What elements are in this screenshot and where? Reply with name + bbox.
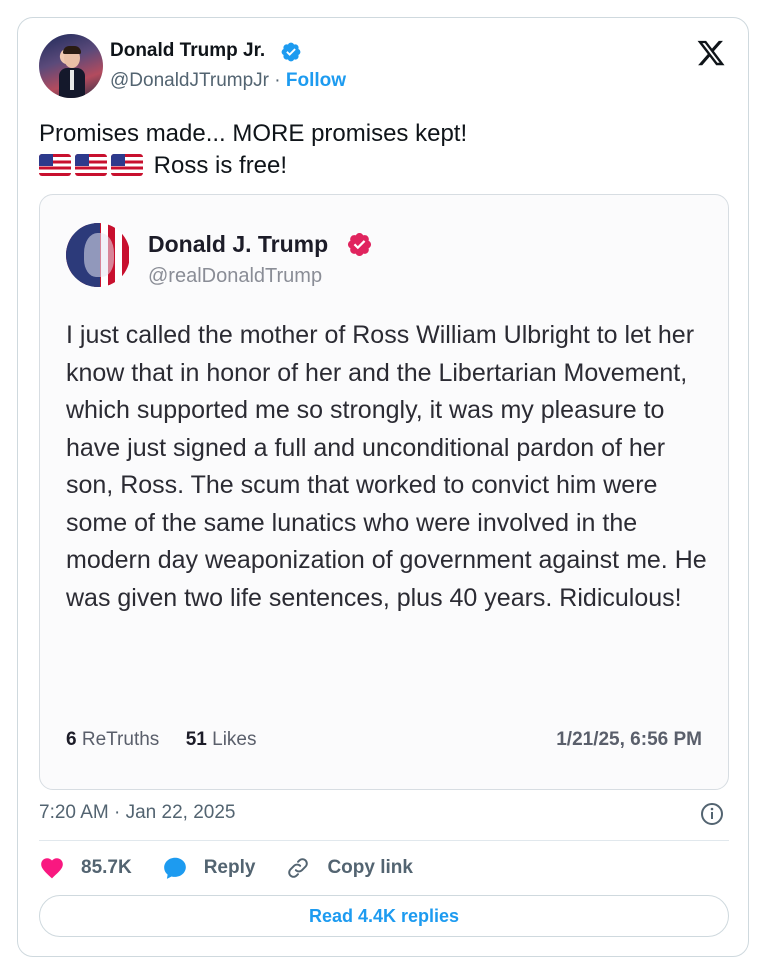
link-icon bbox=[288, 858, 309, 878]
retruths-label: ReTruths bbox=[81, 729, 160, 750]
speech-bubble-icon bbox=[163, 857, 186, 879]
likes-label: Likes bbox=[212, 729, 257, 750]
tweet-timestamp[interactable]: 7:20 AM · Jan 22, 2025 bbox=[39, 802, 235, 824]
tweet-text: Promises made... MORE promises kept! Ros… bbox=[39, 118, 467, 182]
follow-button[interactable]: Follow bbox=[286, 70, 346, 91]
x-logo-icon[interactable] bbox=[696, 38, 726, 68]
quoted-post-card[interactable]: Donald J. Trump @realDonaldTrump I just … bbox=[39, 194, 729, 790]
tweet-text-line2-row: Ross is free! bbox=[39, 150, 467, 182]
quoted-post-stats: 6 ReTruths 51 Likes bbox=[66, 729, 256, 751]
heart-icon bbox=[41, 858, 63, 879]
retruths-count: 6 bbox=[66, 729, 77, 750]
read-replies-button[interactable]: Read 4.4K replies bbox=[39, 895, 729, 937]
separator: · bbox=[274, 70, 281, 91]
reply-button[interactable]: Reply bbox=[162, 855, 256, 881]
author-handle[interactable]: @DonaldJTrumpJr bbox=[110, 70, 269, 91]
quoted-post-body: I just called the mother of Ross William… bbox=[66, 321, 707, 612]
author-avatar[interactable] bbox=[39, 34, 103, 98]
quoted-author-name: Donald J. Trump bbox=[148, 231, 329, 257]
reply-label: Reply bbox=[203, 857, 256, 878]
like-count: 85.7K bbox=[81, 857, 132, 878]
quoted-author-avatar bbox=[66, 223, 130, 287]
us-flag-icon bbox=[111, 154, 143, 176]
copy-link-label: Copy link bbox=[327, 857, 413, 878]
handle-row: @DonaldJTrumpJr · Follow bbox=[110, 70, 346, 92]
like-button[interactable]: 85.7K bbox=[39, 855, 132, 881]
verified-badge-icon bbox=[281, 42, 301, 62]
divider bbox=[39, 840, 729, 841]
likes-count: 51 bbox=[185, 729, 207, 750]
author-name[interactable]: Donald Trump Jr. bbox=[110, 40, 265, 62]
tweet-card: Donald Trump Jr. @DonaldJTrumpJr · Follo… bbox=[17, 17, 749, 957]
copy-link-button[interactable]: Copy link bbox=[285, 855, 413, 881]
info-icon[interactable] bbox=[700, 802, 724, 826]
quoted-author-handle: @realDonaldTrump bbox=[148, 265, 323, 287]
us-flag-icon bbox=[75, 154, 107, 176]
tweet-text-line2: Ross is free! bbox=[153, 152, 288, 179]
quoted-post-date: 1/21/25, 6:56 PM bbox=[556, 729, 702, 750]
tweet-text-line1: Promises made... MORE promises kept! bbox=[39, 120, 468, 147]
action-bar: 85.7K Reply Copy link bbox=[39, 854, 443, 882]
us-flag-icon bbox=[39, 154, 71, 176]
verified-badge-icon bbox=[347, 232, 372, 257]
